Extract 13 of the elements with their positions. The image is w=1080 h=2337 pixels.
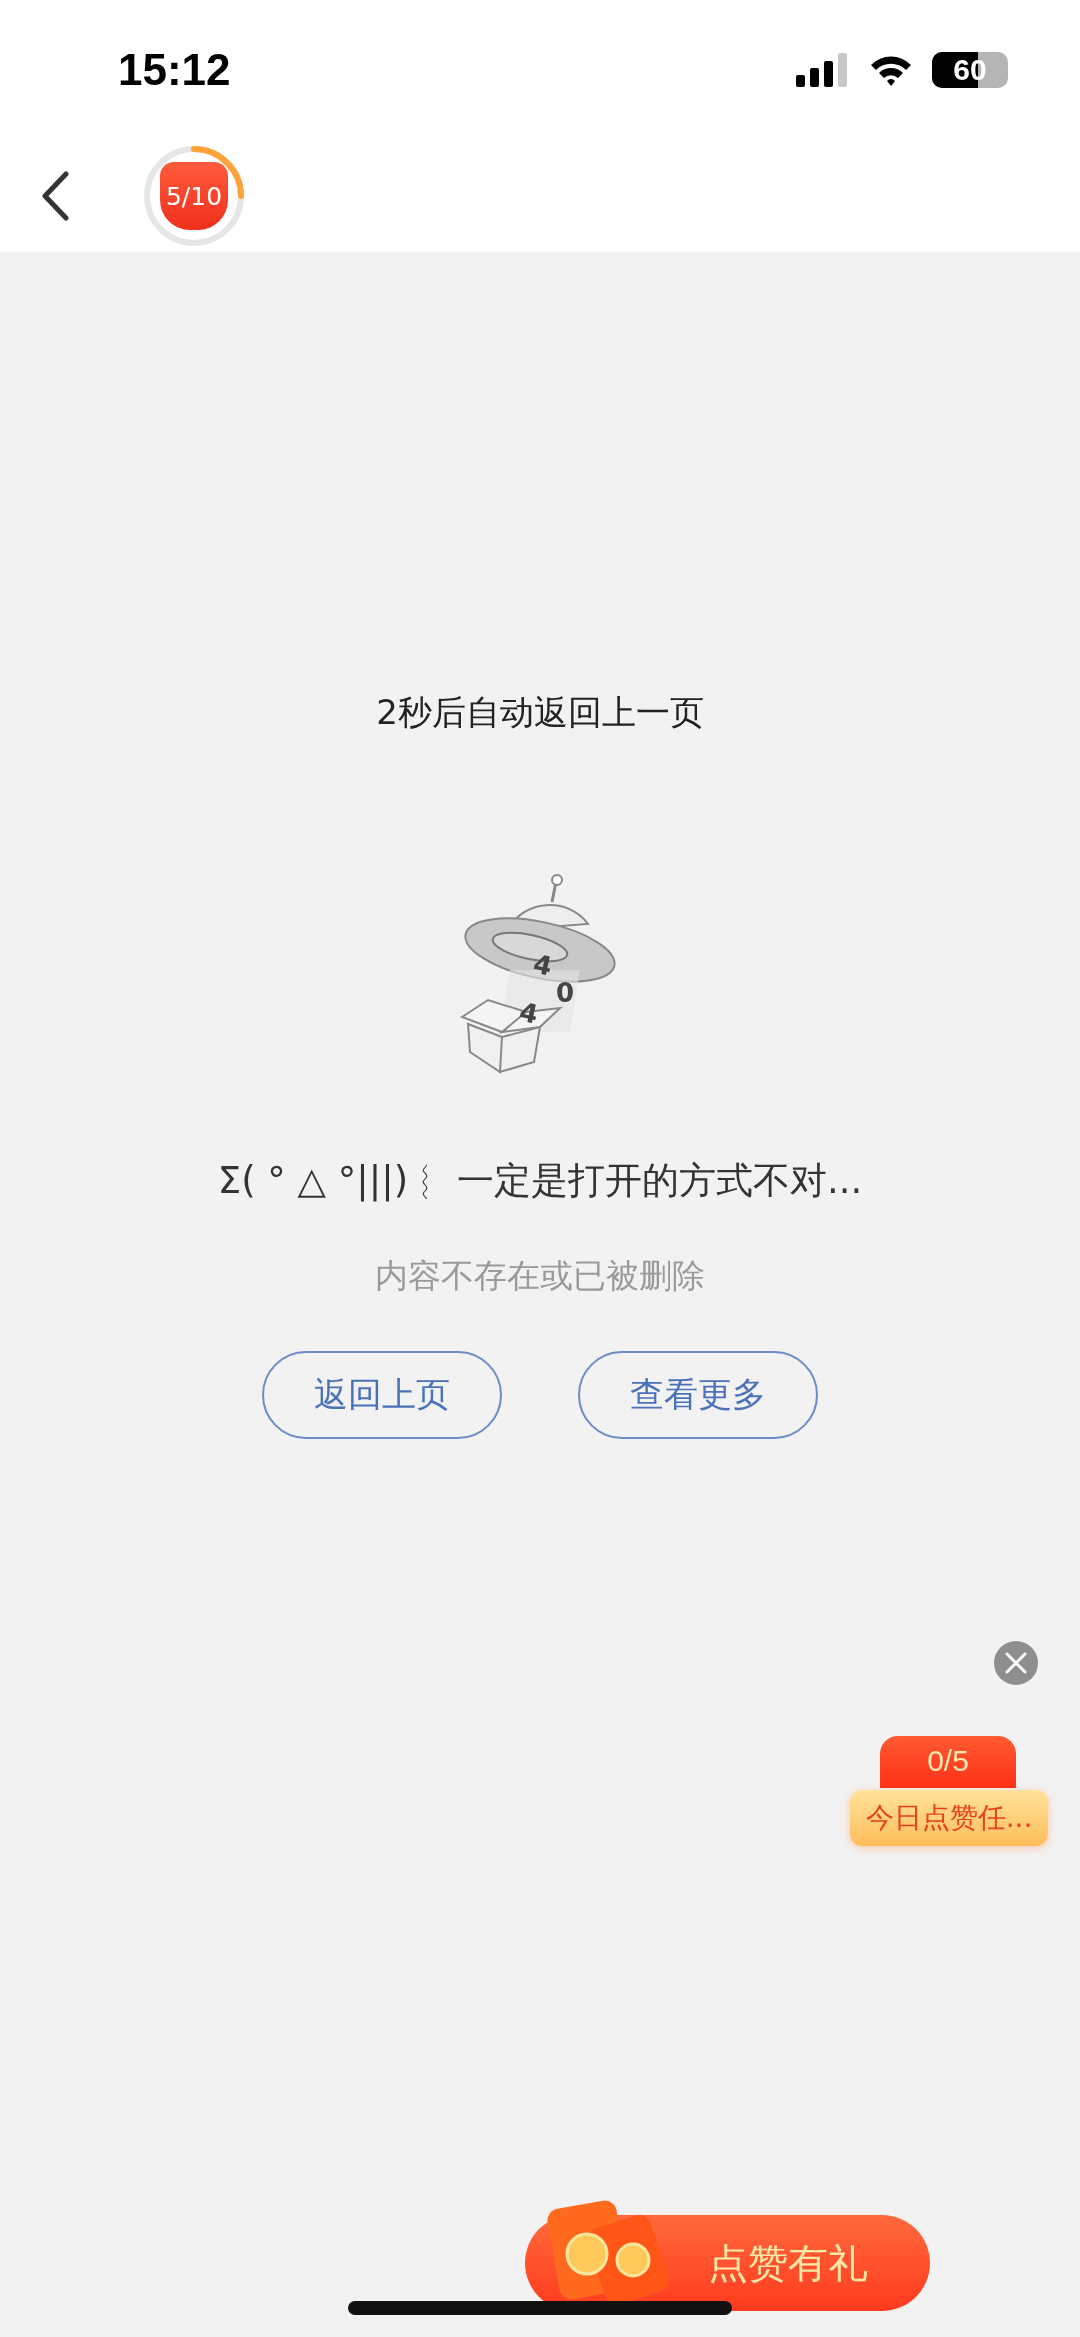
countdown-text: 2秒后自动返回上一页	[376, 691, 704, 734]
more-button[interactable]: 查看更多	[578, 1351, 818, 1439]
progress-badge[interactable]: 5/10	[142, 144, 246, 248]
ufo-box-drawing: 4 0 4	[460, 872, 620, 1082]
error-message: Σ( ° △ °|||)︴ 一定是打开的方式不对...	[217, 1158, 863, 1204]
close-icon[interactable]	[994, 1641, 1038, 1685]
subtitle-text: 内容不存在或已被删除	[375, 1255, 705, 1297]
signal-icon	[796, 53, 850, 87]
back-button[interactable]: 返回上页	[262, 1351, 502, 1439]
task-count[interactable]: 0/5	[880, 1736, 1016, 1788]
back-icon[interactable]	[40, 171, 70, 221]
task-label[interactable]: 今日点赞任...	[850, 1790, 1048, 1846]
status-time: 15:12	[118, 45, 231, 95]
